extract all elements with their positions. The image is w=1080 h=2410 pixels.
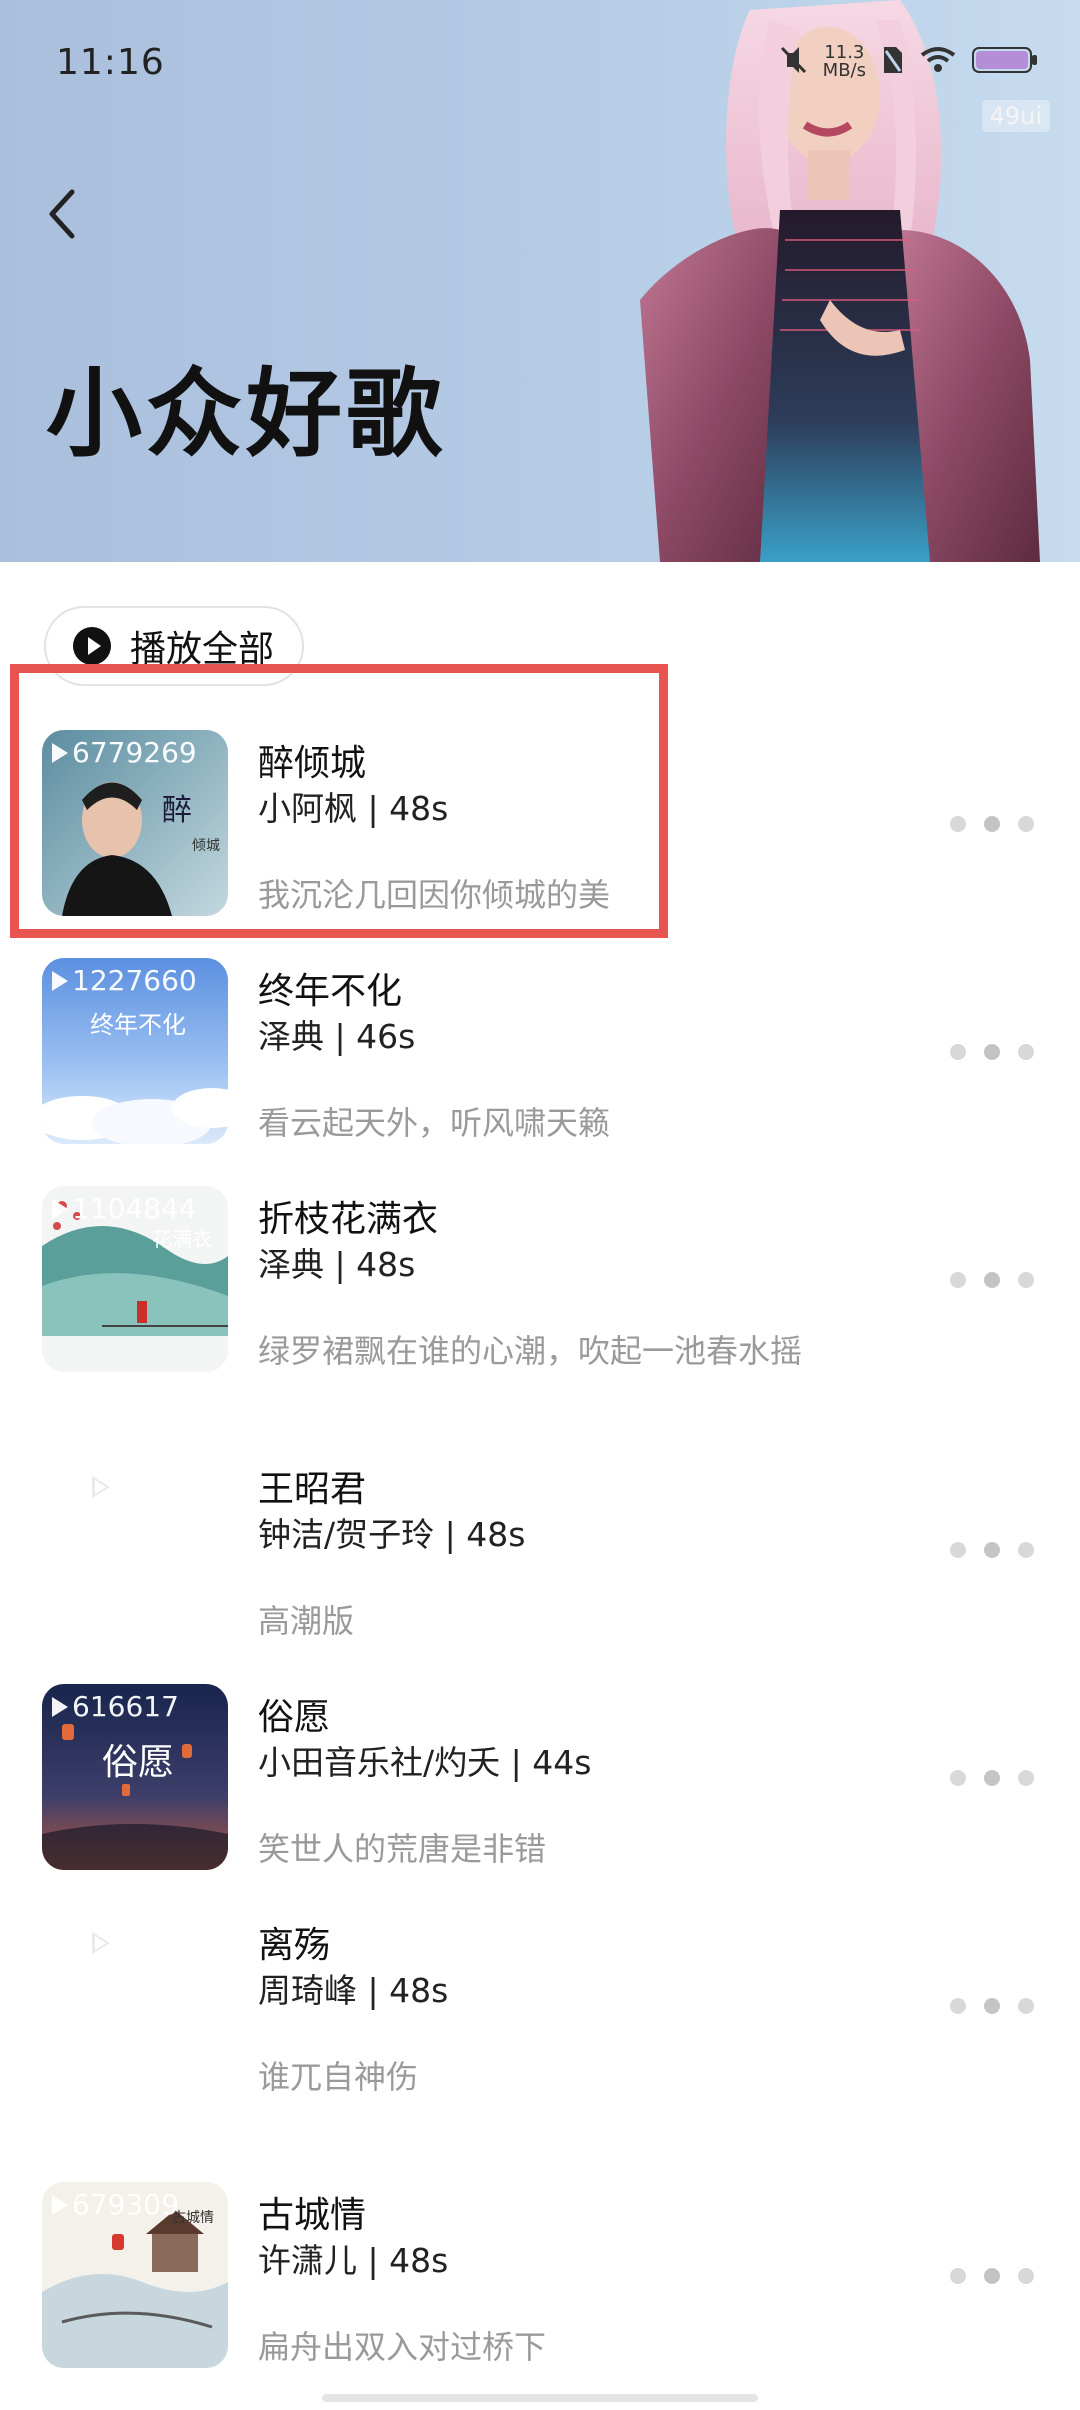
more-options-button[interactable]: [950, 1268, 1034, 1292]
play-triangle-icon: [52, 742, 68, 763]
song-title: 俗愿: [258, 1697, 331, 1738]
song-lyric: 看云起天外，听风啸天籁: [258, 1104, 611, 1142]
play-triangle-icon: [92, 1932, 110, 1954]
song-artist-duration: 小田音乐社/灼夭 | 44s: [258, 1743, 592, 1782]
net-speed: 11.3 MB/s: [823, 44, 866, 80]
song-item[interactable]: 花满衣 1104844 折枝花满衣 泽典 | 48s 绿罗裙飘在谁的心潮，吹起一…: [0, 1186, 1080, 1414]
song-lyric: 谁兀自神伤: [258, 2058, 419, 2096]
song-title: 折枝花满衣: [258, 1199, 439, 1240]
header-banner: 11:16 11.3 MB/s 49ui 小众好歌: [0, 0, 1080, 562]
more-options-button[interactable]: [950, 1994, 1034, 2018]
play-count: 616617: [52, 1690, 179, 1723]
song-title: 终年不化: [258, 971, 403, 1012]
play-triangle-icon: [52, 970, 68, 991]
album-cover: [42, 1912, 228, 2098]
album-cover: 花满衣 1104844: [42, 1186, 228, 1372]
song-lyric: 笑世人的荒唐是非错: [258, 1830, 547, 1868]
more-options-button[interactable]: [950, 1040, 1034, 1064]
song-lyric: 扁舟出双入对过桥下: [258, 2328, 547, 2366]
song-item[interactable]: 离殇 周琦峰 | 48s 谁兀自神伤: [0, 1912, 1080, 2140]
song-artist-duration: 泽典 | 46s: [258, 1017, 416, 1056]
page-title: 小众好歌: [46, 358, 446, 470]
song-lyric: 绿罗裙飘在谁的心潮，吹起一池春水摇: [258, 1332, 803, 1370]
song-item[interactable]: 醉 倾城 6779269 醉倾城 小阿枫 | 48s 我沉沦几回因你倾城的美: [0, 730, 1080, 958]
status-time: 11:16: [56, 42, 165, 83]
song-artist-duration: 周琦峰 | 48s: [258, 1971, 449, 2010]
song-title: 醉倾城: [258, 743, 367, 784]
home-indicator[interactable]: [322, 2394, 758, 2402]
song-artist-duration: 泽典 | 48s: [258, 1245, 416, 1284]
play-triangle-icon: [52, 1696, 68, 1717]
wifi-icon: [920, 46, 956, 78]
song-artist-duration: 钟洁/贺子玲 | 48s: [258, 1515, 526, 1554]
album-cover: 俗愿 616617: [42, 1684, 228, 1870]
album-cover: [42, 1456, 228, 1642]
song-artist-duration: 许潇儿 | 48s: [258, 2241, 449, 2280]
play-all-button[interactable]: 播放全部: [44, 606, 304, 686]
play-circle-icon: [73, 627, 111, 665]
play-triangle-icon: [52, 1198, 68, 1219]
play-triangle-icon: [52, 2194, 68, 2215]
play-count: 679309: [52, 2188, 179, 2221]
song-title: 古城情: [258, 2195, 367, 2236]
net-speed-unit: MB/s: [822, 60, 866, 81]
svg-text:花满衣: 花满衣: [152, 1227, 212, 1251]
svg-text:倾城: 倾城: [192, 838, 220, 854]
album-cover: 终年不化 1227660: [42, 958, 228, 1144]
play-triangle-icon: [92, 1476, 110, 1498]
song-artist-duration: 小阿枫 | 48s: [258, 789, 449, 828]
play-count: 6779269: [52, 736, 197, 769]
song-item[interactable]: 王昭君 钟洁/贺子玲 | 48s 高潮版: [0, 1456, 1080, 1684]
song-title: 离殇: [258, 1925, 331, 1966]
play-count: 1104844: [52, 1192, 197, 1225]
back-button[interactable]: [42, 186, 82, 242]
mute-icon: [779, 45, 807, 79]
song-lyric: 高潮版: [258, 1602, 355, 1640]
more-options-button[interactable]: [950, 1538, 1034, 1562]
svg-text:醉: 醉: [162, 793, 192, 828]
album-cover: 古城情 679309: [42, 2182, 228, 2368]
svg-text:俗愿: 俗愿: [102, 1742, 174, 1783]
song-item[interactable]: 俗愿 616617 俗愿 小田音乐社/灼夭 | 44s 笑世人的荒唐是非错: [0, 1684, 1080, 1912]
chevron-left-icon: [49, 189, 75, 239]
song-title: 王昭君: [258, 1469, 367, 1510]
svg-text:终年不化: 终年不化: [90, 1011, 186, 1039]
hero-artist-image: [640, 0, 1040, 562]
more-options-button[interactable]: [950, 812, 1034, 836]
more-options-button[interactable]: [950, 1766, 1034, 1790]
watermark-badge: 49ui: [981, 100, 1050, 132]
song-lyric: 我沉沦几回因你倾城的美: [258, 876, 611, 914]
play-count: 1227660: [52, 964, 197, 997]
song-item[interactable]: 古城情 679309 古城情 许潇儿 | 48s 扁舟出双入对过桥下: [0, 2182, 1080, 2410]
sim-icon: [882, 45, 904, 79]
status-icons: 11.3 MB/s: [779, 40, 1038, 84]
song-item[interactable]: 终年不化 1227660 终年不化 泽典 | 46s 看云起天外，听风啸天籁: [0, 958, 1080, 1186]
album-cover: 醉 倾城 6779269: [42, 730, 228, 916]
more-options-button[interactable]: [950, 2264, 1034, 2288]
battery-icon: [972, 46, 1038, 78]
play-all-label: 播放全部: [130, 629, 275, 670]
